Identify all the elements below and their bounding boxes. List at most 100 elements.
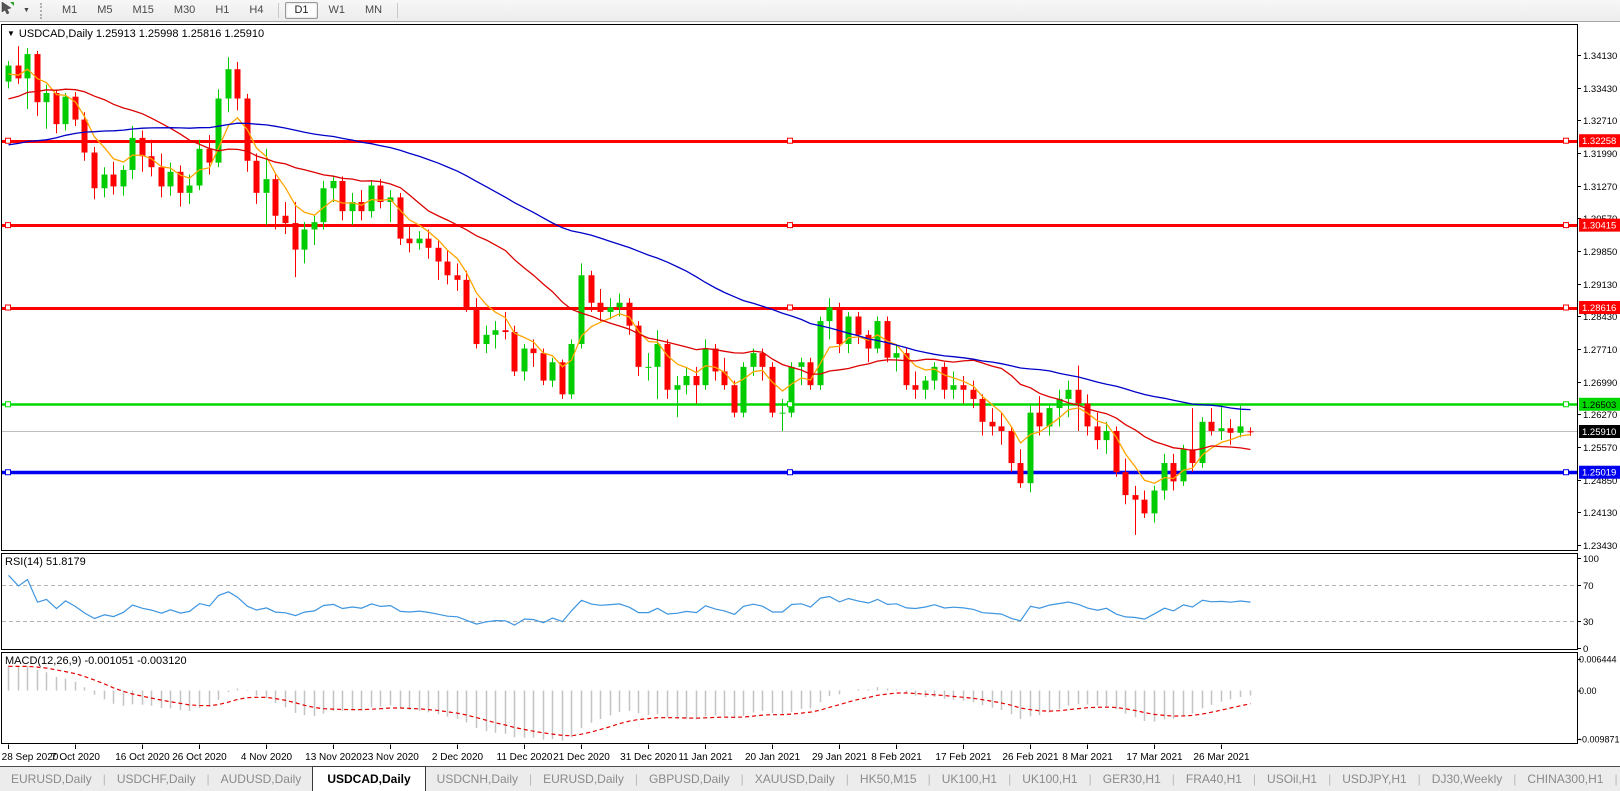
price-axis-label: 1.25570 — [1583, 443, 1617, 454]
support-line-green-handle[interactable] — [1563, 401, 1569, 408]
bear-candle — [110, 174, 117, 187]
support-line-blue-price-tag-text: 1.25019 — [1582, 468, 1616, 479]
bear-candle — [234, 69, 241, 99]
resistance-line-1-handle[interactable] — [5, 137, 11, 144]
bull-candle — [568, 343, 575, 395]
date-axis-label: 17 Feb 2021 — [935, 752, 992, 763]
bear-candle — [511, 332, 518, 372]
tab-ger30-h1[interactable]: GER30,H1 — [1092, 767, 1172, 791]
bear-candle — [463, 279, 470, 308]
tab-usdjpy-h1[interactable]: USDJPY,H1 — [1331, 767, 1417, 791]
bull-candle — [549, 362, 556, 381]
tab-eurusd-daily-1[interactable]: EURUSD,Daily — [0, 767, 103, 791]
rsi-axis-label: 70 — [1583, 581, 1594, 592]
tab-usoil-h1[interactable]: USOil,H1 — [1256, 767, 1328, 791]
tab-audusd-daily[interactable]: AUDUSD,Daily — [210, 767, 313, 791]
chart-dropdown-icon[interactable]: ▼ — [7, 29, 15, 38]
bear-candle — [1094, 426, 1101, 441]
tab-hk50-m15[interactable]: HK50,M15 — [849, 767, 928, 791]
price-axis-label: 1.31270 — [1583, 182, 1617, 193]
bull-candle — [492, 330, 499, 335]
tab-china300-h1[interactable]: CHINA300,H1 — [1516, 767, 1614, 791]
bear-candle — [759, 353, 766, 367]
bear-candle — [1247, 431, 1254, 433]
tab-eurusd-daily-2[interactable]: EURUSD,Daily — [532, 767, 635, 791]
tab-fra40-h1[interactable]: FRA40,H1 — [1175, 767, 1253, 791]
price-axis-label: 1.34130 — [1583, 51, 1617, 62]
bear-candle — [406, 238, 413, 244]
date-axis[interactable]: 28 Sep 20207 Oct 2020 16 Oct 2020 26 Oct 2… — [2, 744, 1250, 764]
bull-candle — [616, 302, 623, 308]
support-line-blue-handle[interactable] — [1563, 469, 1569, 476]
support-line-green-handle[interactable] — [787, 401, 793, 408]
bull-candle — [798, 362, 805, 367]
support-line-green-price-tag-text: 1.26503 — [1582, 400, 1616, 411]
price-axis-label: 1.31990 — [1583, 149, 1617, 160]
macd-axis-label: 0.00 — [1579, 686, 1597, 696]
bear-candle — [454, 275, 461, 280]
bear-candle — [139, 137, 146, 157]
bear-candle — [282, 215, 289, 224]
rsi-indicator-label: RSI(14) 51.8179 — [5, 556, 86, 568]
bear-candle — [836, 307, 843, 344]
resistance-line-3-handle[interactable] — [787, 304, 793, 311]
bear-candle — [855, 316, 862, 335]
tab-uk100-h1-1[interactable]: UK100,H1 — [931, 767, 1008, 791]
tab-uk100-h1-2[interactable]: UK100,H1 — [1011, 767, 1088, 791]
rsi-panel — [1, 553, 1578, 650]
bear-candle — [91, 152, 98, 189]
resistance-line-2-handle[interactable] — [1563, 222, 1569, 229]
bear-candle — [998, 426, 1005, 431]
price-axis-label: 1.27710 — [1583, 345, 1617, 356]
tab-dj30-weekly[interactable]: DJ30,Weekly — [1421, 767, 1513, 791]
tab-xauusd-daily[interactable]: XAUUSD,Daily — [744, 767, 846, 791]
chart-area[interactable]: 1.341301.334301.327101.319901.312701.305… — [0, 0, 1620, 766]
date-axis-label: 21 Dec 2020 — [553, 752, 610, 763]
bear-candle — [664, 343, 671, 390]
macd-axis-label: 0.006444 — [1579, 654, 1617, 664]
bear-candle — [626, 302, 633, 326]
price-axis-label: 1.26990 — [1583, 378, 1617, 389]
date-axis-label: 20 Jan 2021 — [745, 752, 800, 763]
resistance-line-3-handle[interactable] — [5, 304, 11, 311]
bull-candle — [893, 353, 900, 358]
price-axis-label: 1.32710 — [1583, 116, 1617, 127]
macd-panel — [1, 652, 1578, 744]
date-axis-label: 11 Jan 2021 — [678, 752, 733, 763]
bull-candle — [779, 412, 786, 414]
bull-candle — [1237, 426, 1244, 433]
resistance-line-1-handle[interactable] — [1563, 137, 1569, 144]
bear-candle — [435, 247, 442, 262]
bull-candle — [5, 65, 12, 82]
bear-candle — [912, 385, 919, 390]
bear-candle — [339, 180, 346, 212]
resistance-line-2-handle[interactable] — [5, 222, 11, 229]
tab-usdcad-daily-active[interactable]: USDCAD,Daily — [312, 766, 426, 791]
bear-candle — [444, 261, 451, 276]
resistance-line-1-handle[interactable] — [787, 137, 793, 144]
resistance-line-2-handle[interactable] — [787, 222, 793, 229]
support-line-green-handle[interactable] — [5, 401, 11, 408]
bull-candle — [740, 366, 747, 413]
bull-candle — [368, 185, 375, 212]
bull-candle — [922, 380, 929, 390]
bull-candle — [1218, 428, 1225, 431]
tab-usdchf-daily[interactable]: USDCHF,Daily — [106, 767, 207, 791]
bull-candle — [1151, 490, 1158, 514]
bear-candle — [1189, 449, 1196, 464]
bull-candle — [607, 307, 614, 312]
tab-usdcnh-daily[interactable]: USDCNH,Daily — [426, 767, 529, 791]
resistance-line-3-handle[interactable] — [1563, 304, 1569, 311]
bull-candle — [683, 376, 690, 386]
resistance-line-1-price-tag-text: 1.32258 — [1582, 136, 1616, 147]
price-axis-label: 1.24130 — [1583, 508, 1617, 519]
tab-gbpusd-daily[interactable]: GBPUSD,Daily — [638, 767, 741, 791]
support-line-blue-handle[interactable] — [787, 469, 793, 476]
bear-candle — [1008, 430, 1015, 464]
price-axis-label: 1.26270 — [1583, 410, 1617, 421]
bull-candle — [950, 385, 957, 390]
date-axis-label: 4 Nov 2020 — [241, 752, 293, 763]
date-axis-label: 26 Mar 2021 — [1193, 752, 1250, 763]
bull-candle — [263, 179, 270, 193]
support-line-blue-handle[interactable] — [5, 469, 11, 476]
